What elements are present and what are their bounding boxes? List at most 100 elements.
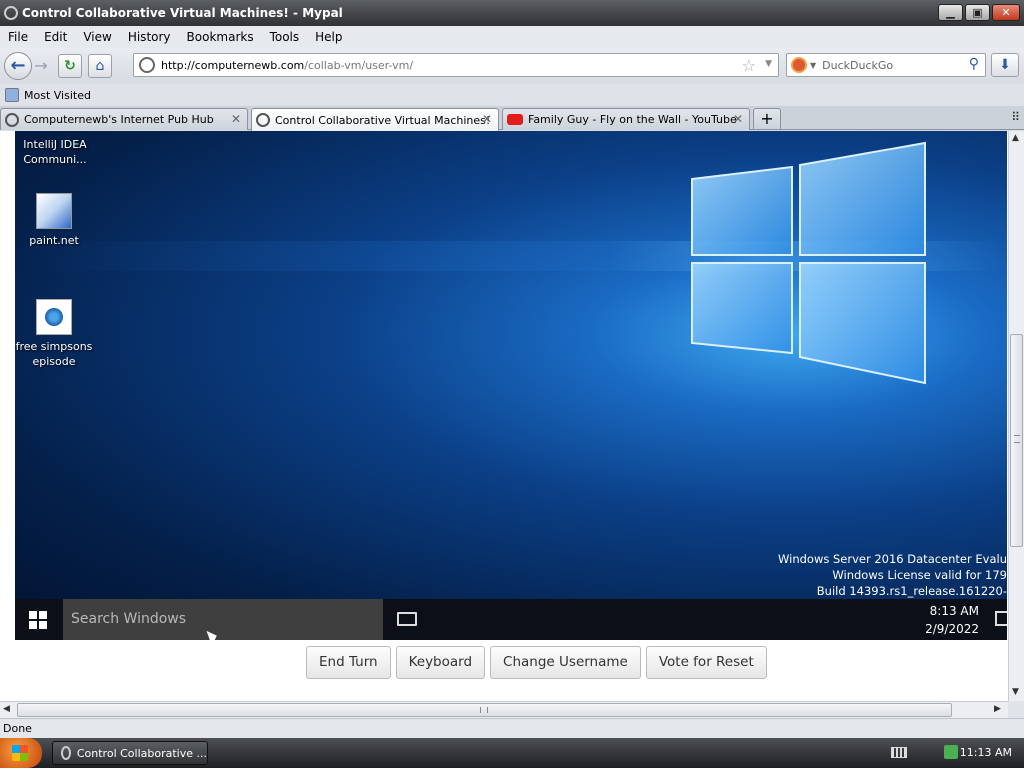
desktop-icon-paintnet[interactable]: paint.net	[15, 193, 94, 248]
vm-display[interactable]: IntelliJ IDEA Communi... paint.net free …	[15, 131, 1007, 640]
tab-collab-vm[interactable]: Control Collaborative Virtual Machines! …	[251, 108, 499, 131]
youtube-favicon	[507, 114, 523, 125]
mypal-app-icon	[4, 6, 18, 20]
menu-history[interactable]: History	[120, 30, 179, 44]
vm-clock[interactable]: 8:13 AM 2/9/2022	[925, 602, 979, 638]
watermark-line-3: Build 14393.rs1_release.161220-	[816, 584, 1007, 598]
watermark-line-1: Windows Server 2016 Datacenter Evalu	[778, 552, 1007, 566]
window-controls: ▁ ▣ ✕	[938, 4, 1020, 21]
new-tab-button[interactable]: +	[753, 108, 781, 130]
tab-close-icon[interactable]: ✕	[231, 112, 241, 126]
horizontal-scrollbar[interactable]: ◀ ▶	[0, 701, 1008, 718]
horizontal-scroll-thumb[interactable]	[17, 703, 952, 717]
tab-bar: Computernewb's Internet Pub Hub ✕ Contro…	[0, 106, 1024, 131]
scroll-up-icon[interactable]: ▲	[1012, 133, 1019, 143]
download-arrow-icon: ⬇	[999, 57, 1011, 73]
plus-icon: +	[760, 109, 774, 128]
downloads-button[interactable]: ⬇	[991, 53, 1019, 77]
computernewb-favicon	[256, 113, 270, 127]
minimize-button[interactable]: ▁	[938, 4, 963, 21]
menu-view[interactable]: View	[75, 30, 119, 44]
os-clock[interactable]: 11:13 AM	[960, 738, 1012, 768]
bookmarks-toolbar: Most Visited	[0, 84, 1024, 106]
window-title: Control Collaborative Virtual Machines! …	[22, 6, 343, 20]
menu-tools[interactable]: Tools	[262, 30, 308, 44]
scroll-left-icon[interactable]: ◀	[3, 704, 10, 714]
tab-youtube[interactable]: Family Guy - Fly on the Wall - YouTube ✕	[502, 108, 750, 130]
paintnet-icon	[36, 193, 72, 229]
arrow-right-icon: →	[34, 56, 48, 75]
windows-logo-wallpaper	[691, 141, 926, 385]
computernewb-favicon	[5, 112, 19, 127]
navigation-toolbar: ← → ↻ ⌂ http://computernewb.com/collab-v…	[0, 48, 1024, 84]
arrow-left-icon: ←	[10, 55, 26, 76]
windows-flag-icon	[12, 745, 28, 761]
scroll-right-icon[interactable]: ▶	[994, 704, 1001, 714]
vertical-scroll-thumb[interactable]	[1010, 334, 1023, 547]
os-taskbar: Control Collaborative ... 11:13 AM	[0, 738, 1024, 768]
bookmark-star-icon[interactable]: ☆	[742, 56, 756, 75]
action-center-icon[interactable]	[995, 611, 1007, 626]
desktop-icon-intellij[interactable]: IntelliJ IDEA Communi...	[15, 131, 95, 167]
tab-close-icon[interactable]: ✕	[482, 112, 492, 126]
back-button[interactable]: ←	[4, 52, 32, 80]
close-button[interactable]: ✕	[992, 4, 1020, 21]
search-bar[interactable]: ▼ DuckDuckGo ⚲	[786, 53, 986, 77]
change-username-button[interactable]: Change Username	[490, 646, 641, 679]
grip-icon	[480, 707, 488, 713]
desktop-icon-label: free simpsons episode	[15, 340, 93, 368]
desktop-icon-label: paint.net	[29, 234, 79, 247]
maximize-button[interactable]: ▣	[965, 4, 990, 21]
search-engine-dropdown-icon[interactable]: ▼	[810, 61, 816, 70]
desktop-icon-simpsons[interactable]: free simpsons episode	[15, 299, 94, 369]
tab-close-icon[interactable]: ✕	[733, 112, 743, 126]
vertical-scrollbar[interactable]: ▲ ▼	[1008, 131, 1024, 701]
tab-pub-hub[interactable]: Computernewb's Internet Pub Hub ✕	[0, 108, 248, 130]
reload-icon: ↻	[64, 58, 76, 74]
window-titlebar[interactable]: Control Collaborative Virtual Machines! …	[0, 0, 1024, 26]
vm-search-input[interactable]: Search Windows	[63, 599, 383, 640]
forward-button[interactable]: →	[30, 55, 52, 77]
search-input[interactable]: DuckDuckGo	[822, 59, 893, 72]
reload-button[interactable]: ↻	[58, 54, 82, 78]
grip-icon	[1014, 435, 1020, 443]
menu-edit[interactable]: Edit	[36, 30, 75, 44]
menu-help[interactable]: Help	[307, 30, 350, 44]
vm-clock-date: 2/9/2022	[925, 622, 979, 636]
keyboard-button[interactable]: Keyboard	[395, 646, 486, 679]
os-task-mypal[interactable]: Control Collaborative ...	[52, 741, 208, 765]
duckduckgo-icon[interactable]	[791, 57, 807, 73]
menu-file[interactable]: File	[0, 30, 36, 44]
site-identity-icon[interactable]	[139, 57, 155, 73]
vm-taskbar: Search Windows 8:13 AM 2/9/2022	[15, 599, 1007, 640]
watermark-line-2: Windows License valid for 179	[832, 568, 1007, 582]
mypal-app-icon	[61, 746, 71, 760]
network-tray-icon[interactable]	[944, 745, 958, 759]
status-bar: Done	[0, 718, 1024, 738]
os-start-button[interactable]	[0, 738, 42, 768]
vm-controls: End Turn Keyboard Change Username Vote f…	[306, 646, 767, 679]
scroll-down-icon[interactable]: ▼	[1012, 687, 1019, 697]
url-bar[interactable]: http://computernewb.com/collab-vm/user-v…	[133, 53, 779, 77]
url-dropdown-icon[interactable]: ▼	[765, 59, 772, 69]
os-task-label: Control Collaborative ...	[76, 746, 207, 760]
menu-bar: File Edit View History Bookmarks Tools H…	[0, 26, 1024, 48]
tab-label: Control Collaborative Virtual Machines!	[275, 113, 491, 127]
scrollbar-corner	[1008, 701, 1024, 718]
menu-bookmarks[interactable]: Bookmarks	[179, 30, 262, 44]
bookmark-most-visited[interactable]: Most Visited	[24, 89, 91, 102]
media-file-icon	[36, 299, 72, 335]
vote-for-reset-button[interactable]: Vote for Reset	[645, 646, 767, 679]
tab-label: Computernewb's Internet Pub Hub	[24, 113, 214, 126]
list-all-tabs-icon[interactable]: ⠿	[1011, 110, 1020, 124]
tab-label: Family Guy - Fly on the Wall - YouTube	[528, 113, 737, 126]
home-icon: ⌂	[95, 58, 105, 74]
vm-clock-time: 8:13 AM	[929, 604, 979, 618]
url-text[interactable]: http://computernewb.com/collab-vm/user-v…	[161, 59, 413, 72]
search-icon[interactable]: ⚲	[969, 56, 979, 72]
windows-start-icon[interactable]	[29, 611, 47, 629]
task-view-icon[interactable]	[397, 612, 417, 626]
end-turn-button[interactable]: End Turn	[306, 646, 391, 679]
keyboard-tray-icon[interactable]	[891, 747, 907, 758]
home-button[interactable]: ⌂	[88, 54, 112, 78]
